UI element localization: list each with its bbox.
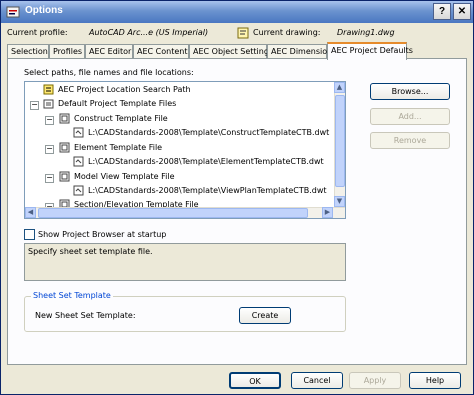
add-button[interactable]: Add... [370, 108, 450, 125]
tree-item[interactable]: Element Template File [59, 142, 162, 156]
tab-aec-editor[interactable]: AEC Editor [85, 44, 133, 59]
show-browser-label: Show Project Browser at startup [38, 230, 167, 239]
tab-aec-dimension[interactable]: AEC Dimension [267, 44, 332, 59]
vertical-scroll-thumb[interactable] [335, 95, 345, 187]
new-sheet-set-label: New Sheet Set Template: [35, 311, 136, 320]
current-profile-label: Current profile: [7, 28, 68, 37]
tree-horizontal-scrollbar[interactable]: ◀ ▶ [25, 207, 345, 218]
tree-item[interactable]: Construct Template File [59, 113, 168, 127]
remove-button[interactable]: Remove [370, 132, 450, 149]
template-file-icon [59, 113, 70, 124]
tab-selection[interactable]: Selection [7, 44, 49, 59]
tab-aec-object-settings[interactable]: AEC Object Settings [189, 44, 273, 59]
horizontal-scroll-thumb[interactable] [38, 208, 308, 218]
current-profile-value: AutoCAD Arc...e (US Imperial) [89, 28, 209, 37]
collapse-toggle-icon[interactable]: − [45, 116, 54, 125]
tab-aec-content[interactable]: AEC Content [133, 44, 189, 59]
create-button[interactable]: Create [239, 307, 291, 324]
profile-row: Current profile: AutoCAD Arc...e (US Imp… [7, 27, 469, 42]
paths-label: Select paths, file names and file locati… [24, 68, 194, 77]
description-text: Specify sheet set template file. [28, 247, 153, 256]
search-path-icon [43, 84, 54, 95]
ok-button[interactable]: OK [229, 372, 281, 389]
tree-item[interactable]: L:\CADStandards-2008\Template\ConstructT… [73, 127, 329, 141]
collapse-toggle-icon[interactable]: − [30, 101, 39, 110]
file-path-icon [73, 185, 84, 196]
browse-button[interactable]: Browse... [370, 83, 450, 100]
sheet-set-template-group: Sheet Set Template New Sheet Set Templat… [24, 291, 346, 332]
close-button[interactable]: ✕ [453, 3, 471, 20]
tree-item[interactable]: L:\CADStandards-2008\Template\ViewPlanTe… [73, 185, 327, 199]
tree-item[interactable]: Default Project Template Files [43, 98, 176, 112]
template-file-icon [59, 171, 70, 182]
tree-item[interactable]: Model View Template File [59, 171, 175, 185]
sheet-set-group-title: Sheet Set Template [31, 291, 113, 300]
scroll-left-icon[interactable]: ◀ [25, 207, 36, 218]
current-drawing-label: Current drawing: [253, 28, 321, 37]
tab-profiles[interactable]: Profiles [49, 44, 85, 59]
apply-button[interactable]: Apply [349, 372, 401, 389]
tree-item[interactable]: L:\CADStandards-2008\Template\ElementTem… [73, 156, 324, 170]
collapse-toggle-icon[interactable]: − [45, 145, 54, 154]
description-box: Specify sheet set template file. [24, 243, 346, 281]
scroll-down-icon[interactable]: ▼ [334, 196, 345, 207]
scroll-right-icon[interactable]: ▶ [322, 207, 333, 218]
file-path-icon [73, 127, 84, 138]
help-button[interactable]: Help [409, 372, 461, 389]
paths-tree[interactable]: AEC Project Location Search Path − Defau… [24, 81, 346, 219]
tab-panel: Select paths, file names and file locati… [7, 58, 467, 365]
options-icon [6, 6, 20, 18]
tree-item[interactable]: AEC Project Location Search Path [43, 84, 191, 98]
window-title: Options [25, 5, 63, 16]
cancel-button[interactable]: Cancel [291, 372, 343, 389]
current-drawing-value: Drawing1.dwg [337, 28, 395, 37]
show-browser-checkbox[interactable] [24, 229, 35, 240]
template-folder-icon [43, 99, 54, 109]
collapse-toggle-icon[interactable]: − [45, 174, 54, 183]
scroll-up-icon[interactable]: ▲ [334, 82, 345, 93]
template-file-icon [59, 142, 70, 153]
tree-vertical-scrollbar[interactable]: ▲ ▼ [334, 82, 345, 208]
help-title-button[interactable]: ? [433, 3, 451, 20]
title-bar[interactable]: Options ? ✕ [1, 1, 473, 23]
drawing-icon [237, 27, 249, 39]
tab-aec-project-defaults[interactable]: AEC Project Defaults [327, 42, 413, 60]
file-path-icon [73, 156, 84, 167]
options-dialog: Options ? ✕ Current profile: AutoCAD Arc… [0, 0, 474, 395]
